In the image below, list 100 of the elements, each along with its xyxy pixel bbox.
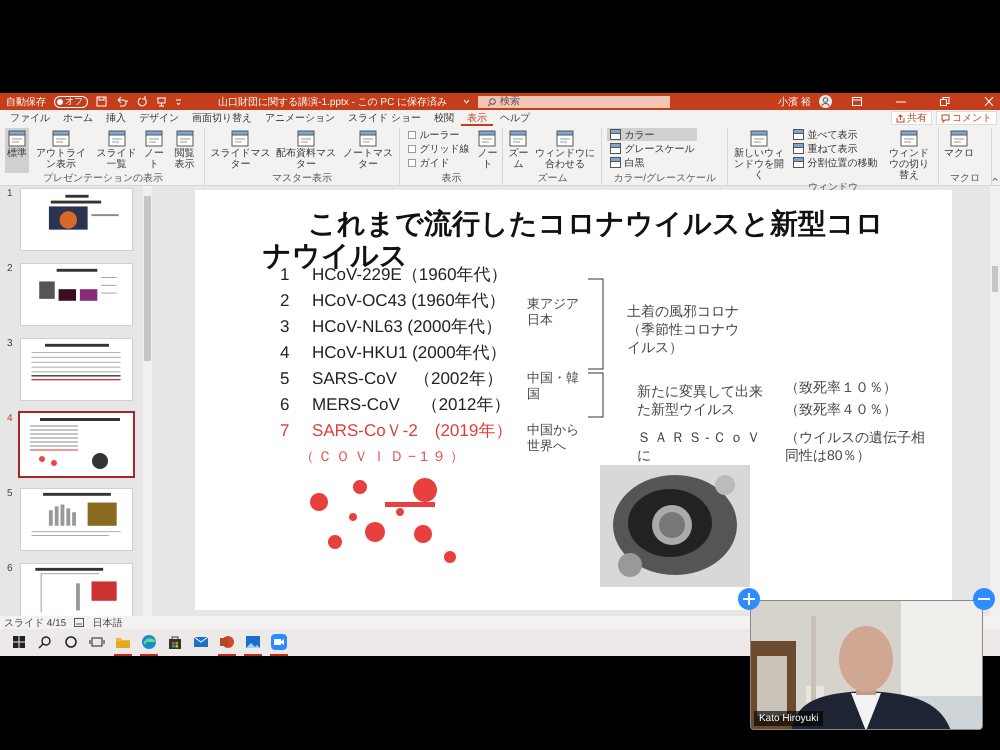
group-label: マスター表示 <box>271 173 334 185</box>
ribbon-button[interactable]: ノートマスター <box>339 128 396 173</box>
plus-icon[interactable] <box>738 588 760 610</box>
list-item: 5 SARS-CoV （2002年） <box>280 368 504 390</box>
restore-icon[interactable] <box>940 97 950 106</box>
collapse-icon[interactable] <box>992 176 998 182</box>
ribbon-button[interactable]: 白黒 <box>607 156 698 169</box>
slide-number: 2 <box>6 263 14 276</box>
ribbon-display-icon[interactable] <box>852 97 862 106</box>
ribbon-button[interactable]: カラー <box>607 128 698 141</box>
photo-icon <box>245 634 261 650</box>
checkbox-label: グリッド線 <box>419 142 470 156</box>
camera-icon <box>271 634 287 650</box>
ribbon-button[interactable]: 配布資料マスター <box>274 128 338 173</box>
covid-label: （ＣＯＶＩＤ−1９） <box>300 448 468 466</box>
share-icon <box>896 114 905 122</box>
redo-icon[interactable] <box>137 96 148 107</box>
group-label: カラー/グレースケール <box>612 173 718 185</box>
checkbox[interactable] <box>408 130 416 138</box>
region-label: 東アジア日本 <box>527 296 580 328</box>
group-label: ズーム <box>536 173 568 185</box>
ribbon-button[interactable]: ズーム <box>506 128 530 173</box>
language-label[interactable]: 日本語 <box>92 616 122 630</box>
ribbon-button[interactable]: ウィンドウに合わせる <box>531 128 598 173</box>
ribbon-tab[interactable]: ヘルプ <box>494 111 536 126</box>
scrollbar[interactable] <box>990 186 1000 616</box>
window-icon <box>106 129 127 148</box>
ribbon-button[interactable]: スライドマスター <box>208 128 273 173</box>
slide-position: スライド 4/15 <box>4 616 66 630</box>
ribbon-tab[interactable]: デザイン <box>133 111 185 126</box>
region-label: 中国から世界へ <box>527 422 580 454</box>
ribbon-button[interactable]: マクロ <box>942 128 976 173</box>
scrollbar[interactable] <box>143 186 152 616</box>
browser-icon <box>141 634 157 650</box>
avatar-icon[interactable] <box>819 95 832 108</box>
window-icon <box>174 129 195 148</box>
minus-icon[interactable] <box>973 588 995 610</box>
autosave-label: 自動保存 <box>6 96 46 108</box>
ribbon-button[interactable]: アウトライン表示 <box>30 128 92 173</box>
ribbon-tab[interactable]: アニメーション <box>259 111 341 126</box>
bracket <box>587 372 605 418</box>
ribbon-tab[interactable]: ホーム <box>57 111 99 126</box>
note-text: ＳＡＲＳ-ＣｏＶに <box>637 428 765 464</box>
checkbox-label: ガイド <box>419 156 450 170</box>
note-text: （致死率４０％） <box>785 400 898 418</box>
window-icon <box>749 129 770 148</box>
comment-button[interactable]: コメント <box>936 111 997 125</box>
window-icon <box>508 129 528 148</box>
chevron-icon[interactable] <box>463 98 470 105</box>
undo-icon[interactable] <box>115 96 129 107</box>
window-icon <box>554 129 575 148</box>
close-icon[interactable] <box>984 97 994 106</box>
window-icon <box>610 129 622 140</box>
bag-icon <box>167 634 183 650</box>
group-label: プレゼンテーションの表示 <box>42 173 164 185</box>
ribbon-button[interactable]: 分割位置の移動 <box>790 156 880 169</box>
search-icon <box>487 98 496 106</box>
ribbon-button[interactable]: 重ねて表示 <box>790 142 880 155</box>
checkbox-label: ルーラー <box>419 128 460 142</box>
list-item: 3 HCoV-NL63 (2000年代） <box>280 316 503 338</box>
share-button[interactable]: 共有 <box>891 111 932 125</box>
autosave-toggle[interactable]: オフ <box>54 96 88 108</box>
ribbon-button[interactable]: ウィンドウの切り替え <box>883 128 935 182</box>
search-field[interactable]: 検索 <box>478 96 670 108</box>
window-icon <box>793 157 804 168</box>
window-icon <box>948 129 969 148</box>
checkbox[interactable] <box>408 144 416 152</box>
ribbon-button[interactable]: ノート <box>141 128 168 173</box>
group-label: 表示 <box>440 173 462 185</box>
save-icon[interactable] <box>96 96 107 107</box>
ribbon-button[interactable]: 並べて表示 <box>790 128 880 141</box>
window-icon <box>50 129 71 148</box>
region-label: 中国・韓国 <box>527 370 580 402</box>
note-text: 新たに変異して出来た新型ウイルス <box>637 382 764 418</box>
ribbon-tab[interactable]: スライド ショー <box>342 111 427 126</box>
comment-icon <box>941 114 950 122</box>
slide-thumbnail[interactable] <box>18 411 135 478</box>
presentation-icon[interactable] <box>156 96 167 107</box>
user-name: 小濱 裕 <box>778 96 811 108</box>
note-text: 土着の風邪コロナ（季節性コロナウイルス） <box>627 302 740 356</box>
ribbon-button[interactable]: スライド一覧 <box>92 128 140 173</box>
ribbon-tab[interactable]: 校閲 <box>428 111 460 126</box>
ribbon-button[interactable]: 標準 <box>5 128 29 173</box>
note-text: （致死率１０％） <box>785 378 898 396</box>
ribbon-button[interactable]: 新しいウィンドウを開く <box>731 128 788 182</box>
window-icon <box>899 129 920 148</box>
list-item: 7 SARS-CoＶ-2 (2019年） <box>280 420 512 442</box>
ribbon-button[interactable]: ノート <box>475 128 500 173</box>
checkbox[interactable] <box>408 158 416 166</box>
notes-icon[interactable] <box>74 618 84 627</box>
ribbon-button[interactable]: 閲覧表示 <box>168 128 202 173</box>
ribbon-tab[interactable]: 挿入 <box>100 111 132 126</box>
window-title: 山口財団に関する講演-1.pptx - この PC に保存済み <box>217 96 448 108</box>
ribbon-button[interactable]: グレースケール <box>607 142 698 155</box>
window-icon <box>296 129 316 148</box>
ribbon-tab[interactable]: ファイル <box>4 111 56 126</box>
group-label: マクロ <box>948 173 981 185</box>
note-text: （ウイルスの遺伝子相同性は80％） <box>785 428 925 464</box>
list-item: 2 HCoV-OC43 (1960年代） <box>280 290 507 312</box>
ribbon-tab[interactable]: 画面切り替え <box>186 111 258 126</box>
